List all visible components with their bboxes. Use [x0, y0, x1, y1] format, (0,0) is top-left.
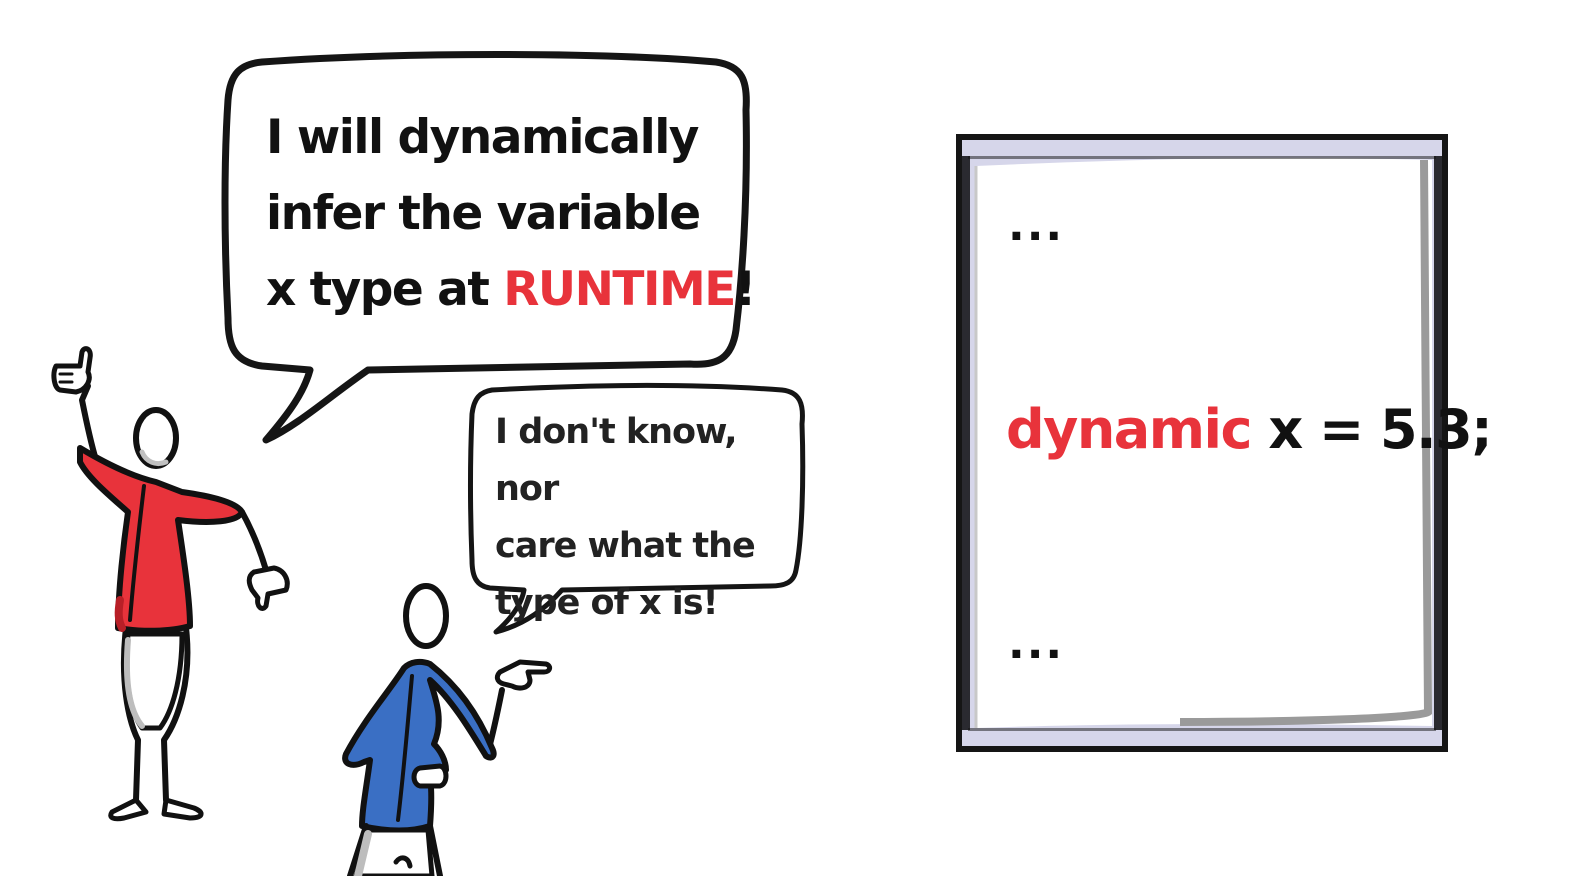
speech-line: care what the [495, 526, 756, 566]
speech-line: I will dynamically [266, 110, 699, 165]
runtime-emphasis: RUNTIME [503, 262, 736, 317]
speech-line-suffix: ! [734, 262, 756, 317]
code-keyword: dynamic [1006, 398, 1253, 461]
speech-bubble-small-text: I don't know, nor care what the type of … [495, 404, 795, 632]
stick-figure-red-shirt-icon [51, 346, 290, 822]
speech-line-prefix: x type at [266, 262, 504, 317]
code-ellipsis-bottom: ... [1008, 618, 1065, 669]
speech-line: x type at RUNTIME! [266, 252, 756, 328]
speech-line: I don't know, nor [495, 412, 738, 509]
speech-bubble-large-text: I will dynamically infer the variable x … [266, 100, 756, 328]
code-statement-rest: x = 5.3; [1251, 398, 1492, 461]
speech-line: type of x is! [495, 583, 719, 623]
code-statement: dynamic x = 5.3; [1006, 398, 1493, 461]
code-ellipsis-top: ... [1008, 200, 1065, 251]
speech-line: infer the variable [266, 186, 701, 241]
